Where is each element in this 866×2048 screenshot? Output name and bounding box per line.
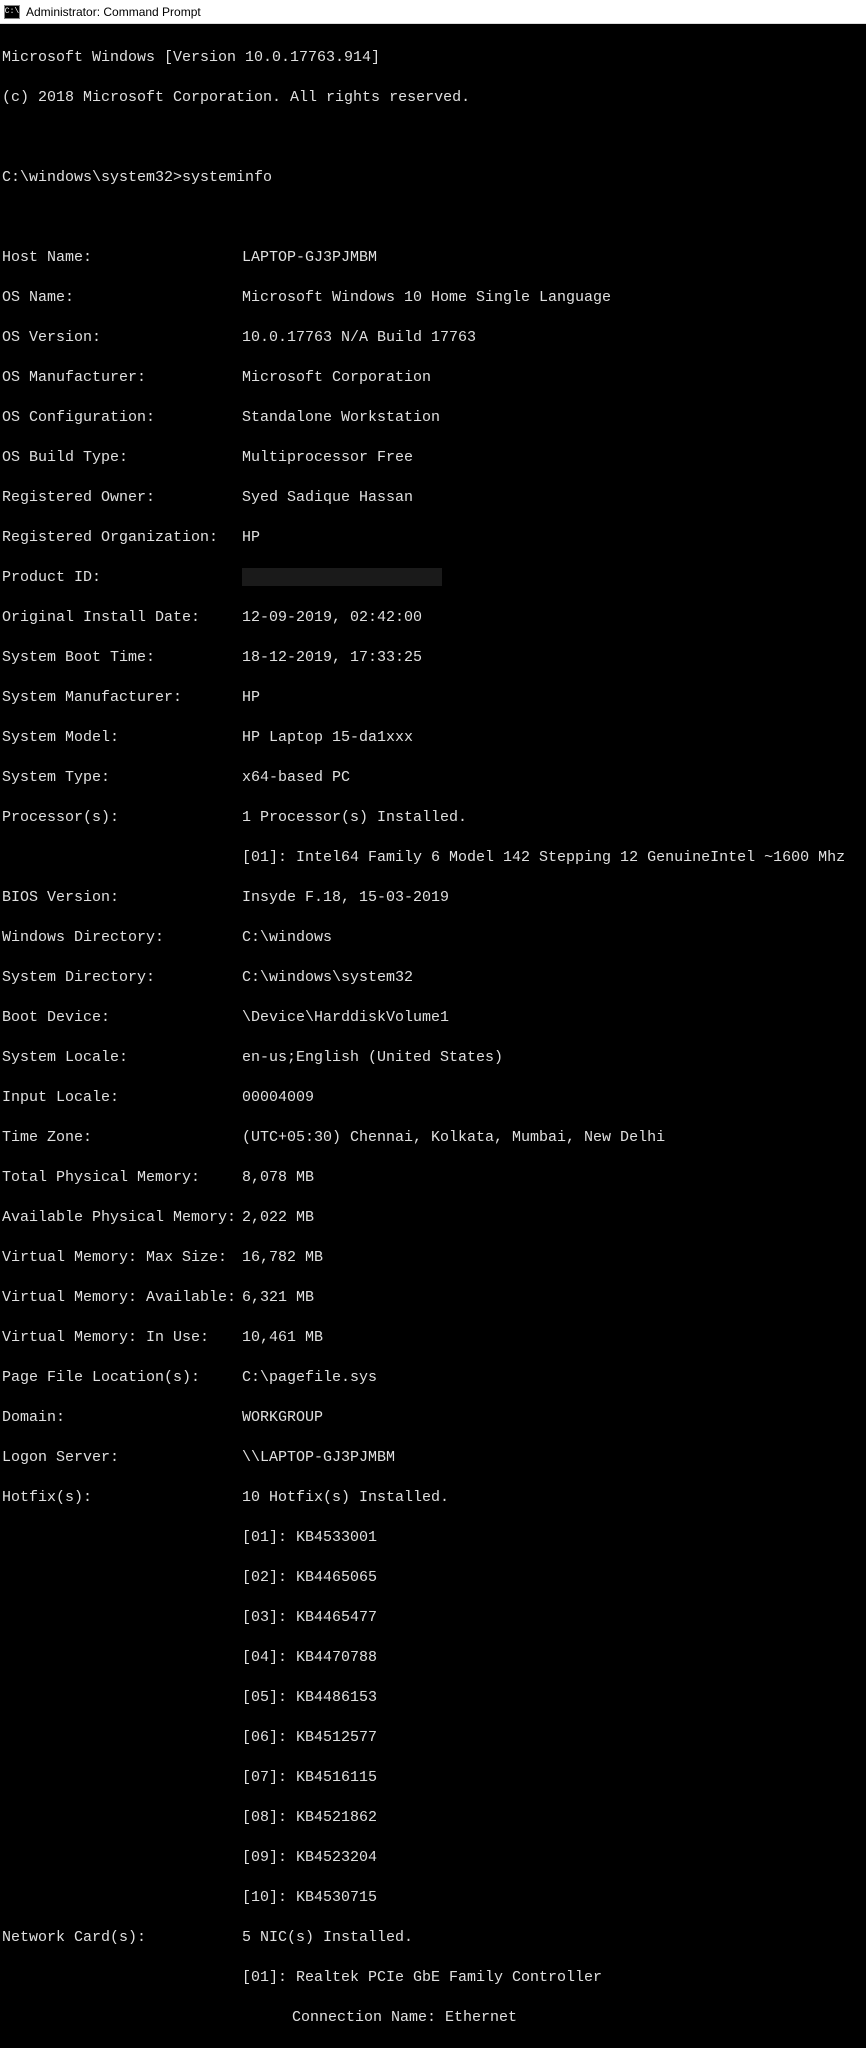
netcard-detail: [01]: Realtek PCIe GbE Family Controller bbox=[2, 1968, 864, 1988]
terminal-output[interactable]: Microsoft Windows [Version 10.0.17763.91… bbox=[0, 24, 866, 2048]
row-logon-server: Logon Server:\\LAPTOP-GJ3PJMBM bbox=[2, 1448, 864, 1468]
row-win-dir: Windows Directory:C:\windows bbox=[2, 928, 864, 948]
row-total-mem: Total Physical Memory:8,078 MB bbox=[2, 1168, 864, 1188]
hotfix-item: [07]: KB4516115 bbox=[2, 1768, 864, 1788]
hotfix-item: [09]: KB4523204 bbox=[2, 1848, 864, 1868]
row-processors: Processor(s):1 Processor(s) Installed. bbox=[2, 808, 864, 828]
row-pagefile: Page File Location(s):C:\pagefile.sys bbox=[2, 1368, 864, 1388]
row-sys-dir: System Directory:C:\windows\system32 bbox=[2, 968, 864, 988]
row-os-manufacturer: OS Manufacturer:Microsoft Corporation bbox=[2, 368, 864, 388]
row-netcard: Network Card(s):5 NIC(s) Installed. bbox=[2, 1928, 864, 1948]
row-registered-org: Registered Organization:HP bbox=[2, 528, 864, 548]
window-title: Administrator: Command Prompt bbox=[26, 5, 201, 19]
hotfix-item: [10]: KB4530715 bbox=[2, 1888, 864, 1908]
prompt-command: systeminfo bbox=[182, 169, 272, 186]
hotfix-item: [03]: KB4465477 bbox=[2, 1608, 864, 1628]
row-os-name: OS Name:Microsoft Windows 10 Home Single… bbox=[2, 288, 864, 308]
header-line-1: Microsoft Windows [Version 10.0.17763.91… bbox=[2, 48, 864, 68]
redacted-product-id bbox=[242, 568, 442, 586]
row-sys-locale: System Locale:en-us;English (United Stat… bbox=[2, 1048, 864, 1068]
hotfix-item: [04]: KB4470788 bbox=[2, 1648, 864, 1668]
row-sys-model: System Model:HP Laptop 15-da1xxx bbox=[2, 728, 864, 748]
processor-detail: [01]: Intel64 Family 6 Model 142 Steppin… bbox=[2, 848, 864, 868]
row-avail-mem: Available Physical Memory:2,022 MB bbox=[2, 1208, 864, 1228]
row-install-date: Original Install Date:12-09-2019, 02:42:… bbox=[2, 608, 864, 628]
hotfix-item: [06]: KB4512577 bbox=[2, 1728, 864, 1748]
row-boot-time: System Boot Time:18-12-2019, 17:33:25 bbox=[2, 648, 864, 668]
prompt-path: C:\windows\system32> bbox=[2, 169, 182, 186]
row-os-config: OS Configuration:Standalone Workstation bbox=[2, 408, 864, 428]
hotfix-item: [08]: KB4521862 bbox=[2, 1808, 864, 1828]
row-sys-manufacturer: System Manufacturer:HP bbox=[2, 688, 864, 708]
hotfix-item: [05]: KB4486153 bbox=[2, 1688, 864, 1708]
row-bios: BIOS Version:Insyde F.18, 15-03-2019 bbox=[2, 888, 864, 908]
row-boot-device: Boot Device:\Device\HarddiskVolume1 bbox=[2, 1008, 864, 1028]
row-hotfix: Hotfix(s):10 Hotfix(s) Installed. bbox=[2, 1488, 864, 1508]
row-product-id: Product ID: bbox=[2, 568, 864, 588]
header-line-2: (c) 2018 Microsoft Corporation. All righ… bbox=[2, 88, 864, 108]
row-timezone: Time Zone:(UTC+05:30) Chennai, Kolkata, … bbox=[2, 1128, 864, 1148]
row-vmem-inuse: Virtual Memory: In Use:10,461 MB bbox=[2, 1328, 864, 1348]
hotfix-item: [02]: KB4465065 bbox=[2, 1568, 864, 1588]
row-sys-type: System Type:x64-based PC bbox=[2, 768, 864, 788]
hotfix-item: [01]: KB4533001 bbox=[2, 1528, 864, 1548]
row-registered-owner: Registered Owner:Syed Sadique Hassan bbox=[2, 488, 864, 508]
window-titlebar: C:\ Administrator: Command Prompt bbox=[0, 0, 866, 24]
row-domain: Domain:WORKGROUP bbox=[2, 1408, 864, 1428]
row-host-name: Host Name:LAPTOP-GJ3PJMBM bbox=[2, 248, 864, 268]
row-os-version: OS Version:10.0.17763 N/A Build 17763 bbox=[2, 328, 864, 348]
row-input-locale: Input Locale:00004009 bbox=[2, 1088, 864, 1108]
row-vmem-max: Virtual Memory: Max Size:16,782 MB bbox=[2, 1248, 864, 1268]
netcard-connection: Connection Name: Ethernet bbox=[2, 2008, 864, 2028]
prompt-line: C:\windows\system32>systeminfo bbox=[2, 168, 864, 188]
row-os-build-type: OS Build Type:Multiprocessor Free bbox=[2, 448, 864, 468]
cmd-icon: C:\ bbox=[4, 5, 20, 19]
row-vmem-avail: Virtual Memory: Available:6,321 MB bbox=[2, 1288, 864, 1308]
